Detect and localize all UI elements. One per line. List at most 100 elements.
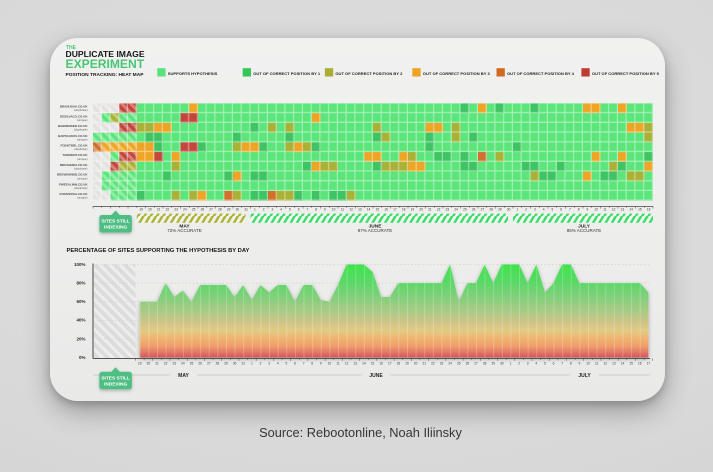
svg-text:25: 25 xyxy=(463,208,467,212)
svg-text:26: 26 xyxy=(466,362,470,366)
svg-text:2: 2 xyxy=(260,362,262,366)
svg-text:2: 2 xyxy=(525,208,527,212)
svg-text:20: 20 xyxy=(419,208,423,212)
svg-text:9: 9 xyxy=(579,362,581,366)
svg-text:21: 21 xyxy=(422,362,426,366)
svg-text:27: 27 xyxy=(207,362,211,366)
svg-text:24: 24 xyxy=(181,362,185,366)
svg-text:28: 28 xyxy=(483,362,487,366)
svg-text:22: 22 xyxy=(166,208,170,212)
svg-text:4: 4 xyxy=(543,208,545,212)
svg-text:19: 19 xyxy=(138,362,142,366)
svg-text:(duplicate): (duplicate) xyxy=(74,128,88,132)
svg-text:10: 10 xyxy=(332,208,336,212)
svg-text:29: 29 xyxy=(491,362,495,366)
svg-text:6: 6 xyxy=(553,362,555,366)
svg-text:1: 1 xyxy=(254,208,256,212)
svg-text:24: 24 xyxy=(448,362,452,366)
svg-text:24: 24 xyxy=(454,208,458,212)
svg-text:9: 9 xyxy=(320,362,322,366)
svg-text:16: 16 xyxy=(638,362,642,366)
svg-text:4: 4 xyxy=(277,362,279,366)
svg-text:40%: 40% xyxy=(76,318,85,323)
svg-text:15: 15 xyxy=(376,208,380,212)
svg-text:26: 26 xyxy=(198,362,202,366)
svg-text:5: 5 xyxy=(289,208,291,212)
svg-text:80%: 80% xyxy=(76,281,85,286)
svg-text:EXPERIMENT: EXPERIMENT xyxy=(66,57,145,71)
svg-text:1: 1 xyxy=(251,362,253,366)
svg-text:16: 16 xyxy=(379,362,383,366)
svg-text:29: 29 xyxy=(224,362,228,366)
svg-text:17: 17 xyxy=(393,208,397,212)
svg-text:4: 4 xyxy=(280,208,282,212)
svg-text:9: 9 xyxy=(586,208,588,212)
svg-text:26: 26 xyxy=(201,208,205,212)
svg-text:7: 7 xyxy=(306,208,308,212)
svg-text:OUT OF CORRECT POSITION BY 2: OUT OF CORRECT POSITION BY 2 xyxy=(335,71,403,76)
svg-text:18: 18 xyxy=(402,208,406,212)
svg-text:22: 22 xyxy=(431,362,435,366)
svg-text:15: 15 xyxy=(629,362,633,366)
svg-text:7: 7 xyxy=(561,362,563,366)
svg-text:14: 14 xyxy=(621,362,625,366)
svg-text:28: 28 xyxy=(489,208,493,212)
svg-text:29: 29 xyxy=(498,208,502,212)
svg-text:6: 6 xyxy=(298,208,300,212)
svg-text:30: 30 xyxy=(500,362,504,366)
svg-text:23: 23 xyxy=(440,362,444,366)
svg-text:27: 27 xyxy=(474,362,478,366)
svg-text:31: 31 xyxy=(244,208,248,212)
svg-text:28: 28 xyxy=(218,208,222,212)
svg-text:(unique): (unique) xyxy=(77,118,88,122)
svg-text:0%: 0% xyxy=(79,355,86,360)
svg-text:7: 7 xyxy=(303,362,305,366)
svg-text:17: 17 xyxy=(388,362,392,366)
svg-text:15: 15 xyxy=(371,362,375,366)
svg-text:3: 3 xyxy=(271,208,273,212)
svg-text:1: 1 xyxy=(516,208,518,212)
svg-text:(duplicate): (duplicate) xyxy=(74,186,88,190)
svg-text:SITES STILL: SITES STILL xyxy=(101,375,130,381)
svg-text:23: 23 xyxy=(174,208,178,212)
svg-text:10: 10 xyxy=(328,362,332,366)
svg-text:OUT OF CORRECT POSITION BY 1: OUT OF CORRECT POSITION BY 1 xyxy=(253,71,321,76)
svg-text:14: 14 xyxy=(362,362,366,366)
svg-text:8: 8 xyxy=(311,362,313,366)
svg-text:INDEXING: INDEXING xyxy=(104,225,127,231)
svg-text:SUPPORTS HYPOTHESIS: SUPPORTS HYPOTHESIS xyxy=(168,71,218,76)
svg-text:12: 12 xyxy=(345,362,349,366)
svg-text:60%: 60% xyxy=(76,299,85,304)
svg-text:27: 27 xyxy=(209,208,213,212)
svg-text:30: 30 xyxy=(233,362,237,366)
svg-text:20: 20 xyxy=(147,362,151,366)
svg-text:POSITION TRACKING: HEAT MAP: POSITION TRACKING: HEAT MAP xyxy=(66,72,145,78)
svg-text:13: 13 xyxy=(354,362,358,366)
svg-text:10: 10 xyxy=(586,362,590,366)
svg-text:11: 11 xyxy=(341,208,345,212)
svg-text:INDEXING: INDEXING xyxy=(104,381,127,387)
svg-text:25: 25 xyxy=(457,362,461,366)
svg-text:(unique): (unique) xyxy=(77,137,88,141)
svg-text:11: 11 xyxy=(595,362,599,366)
svg-text:1: 1 xyxy=(510,362,512,366)
svg-text:PERCENTAGE OF SITES SUPPORTING: PERCENTAGE OF SITES SUPPORTING THE HYPOT… xyxy=(67,248,250,254)
svg-text:17: 17 xyxy=(647,362,651,366)
svg-text:13: 13 xyxy=(612,362,616,366)
svg-text:30: 30 xyxy=(507,208,511,212)
svg-text:20%: 20% xyxy=(76,336,85,341)
svg-text:14: 14 xyxy=(367,208,371,212)
svg-text:13: 13 xyxy=(358,208,362,212)
svg-text:21: 21 xyxy=(155,362,159,366)
svg-text:(unique): (unique) xyxy=(77,157,88,161)
svg-text:31: 31 xyxy=(241,362,245,366)
svg-text:3: 3 xyxy=(268,362,270,366)
svg-text:25: 25 xyxy=(190,362,194,366)
svg-text:SITES STILL: SITES STILL xyxy=(101,219,130,225)
svg-text:26: 26 xyxy=(472,208,476,212)
svg-text:3: 3 xyxy=(527,362,529,366)
svg-text:30: 30 xyxy=(236,208,240,212)
svg-text:20: 20 xyxy=(148,208,152,212)
svg-text:28: 28 xyxy=(216,362,220,366)
svg-text:12: 12 xyxy=(612,208,616,212)
